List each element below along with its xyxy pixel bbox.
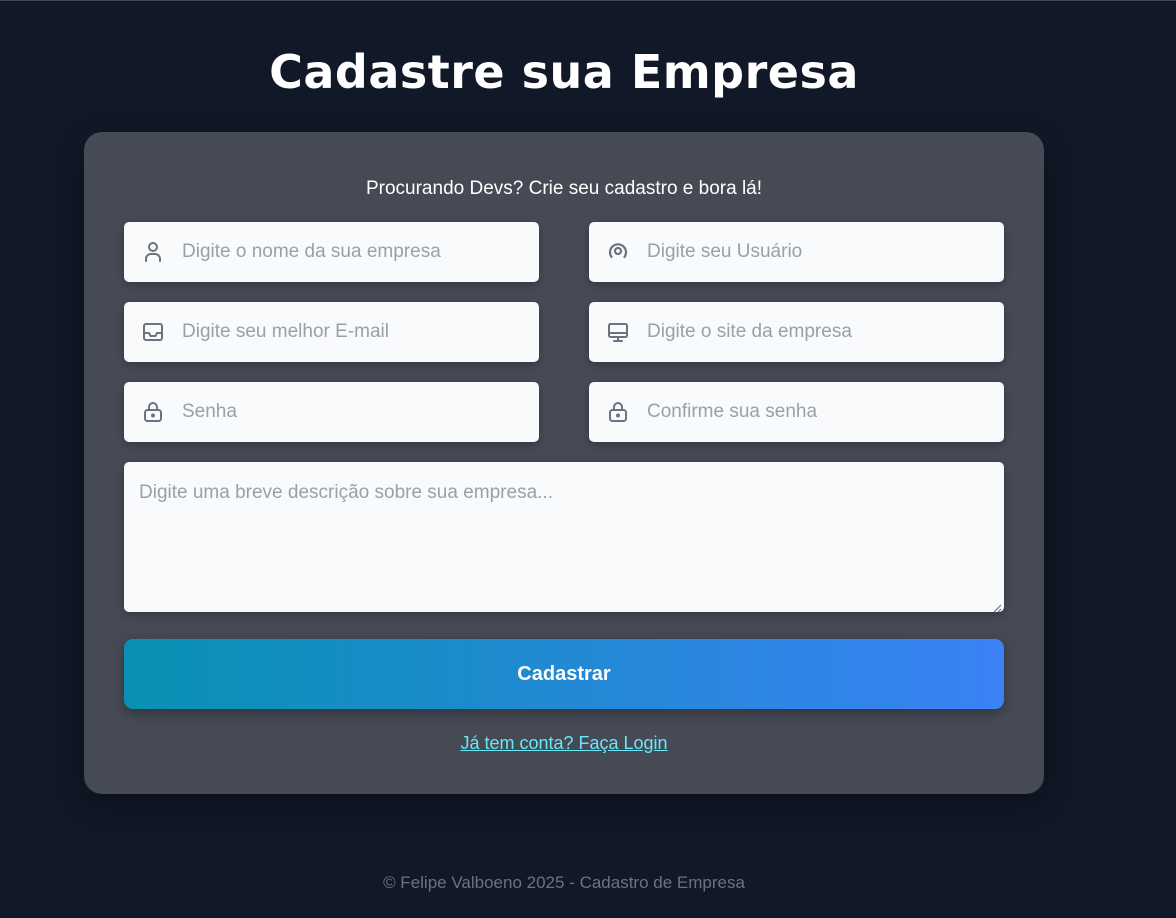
- form-subtitle: Procurando Devs? Crie seu cadastro e bor…: [365, 178, 763, 199]
- confirm-password-field: [589, 382, 1004, 442]
- website-input[interactable]: [647, 302, 992, 362]
- password-input[interactable]: [182, 382, 527, 442]
- footer-text: © Felipe Valboeno 2025 - Cadastro de Emp…: [383, 873, 745, 892]
- login-link[interactable]: Já tem conta? Faça Login: [460, 733, 667, 753]
- lock-icon: [606, 400, 630, 424]
- page-title: Cadastre sua Empresa: [269, 45, 859, 99]
- description-textarea[interactable]: [124, 462, 1004, 612]
- email-input[interactable]: [182, 302, 527, 362]
- description-field: [124, 462, 1004, 613]
- inbox-icon: [141, 320, 165, 344]
- login-link-wrapper: Já tem conta? Faça Login: [84, 732, 1044, 754]
- at-sign-icon: [606, 240, 630, 264]
- username-input[interactable]: [647, 222, 992, 282]
- username-field: [589, 222, 1004, 282]
- confirm-password-input[interactable]: [647, 382, 992, 442]
- lock-icon: [141, 400, 165, 424]
- email-field: [124, 302, 539, 362]
- website-field: [589, 302, 1004, 362]
- window-top-border: [0, 0, 1176, 1]
- monitor-icon: [606, 320, 630, 344]
- company-name-field: [124, 222, 539, 282]
- password-field: [124, 382, 539, 442]
- resize-handle-icon[interactable]: [992, 600, 1002, 613]
- company-name-input[interactable]: [182, 222, 527, 282]
- user-icon: [141, 240, 165, 264]
- signup-card: Procurando Devs? Crie seu cadastro e bor…: [84, 132, 1044, 794]
- submit-button[interactable]: Cadastrar: [124, 639, 1004, 709]
